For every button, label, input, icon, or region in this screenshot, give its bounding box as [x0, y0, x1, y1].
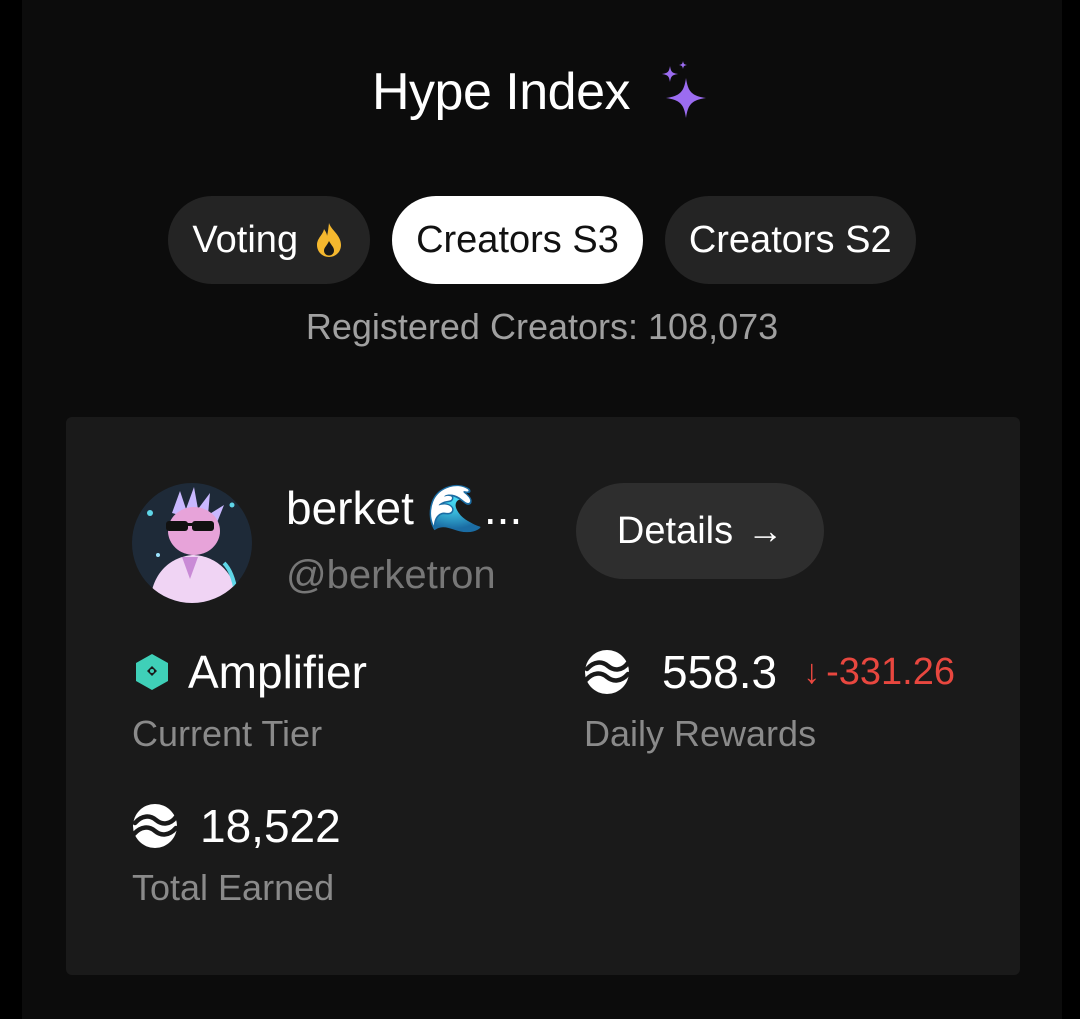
arrow-right-icon: →	[747, 510, 784, 551]
total-earned-label: Total Earned	[132, 867, 335, 908]
current-tier: Amplifier	[134, 645, 367, 699]
tab-creators-s3-label: Creators S3	[416, 218, 619, 261]
creator-handle: @berketron	[286, 553, 496, 597]
token-icon	[132, 804, 178, 848]
tab-voting-label: Voting	[192, 218, 299, 261]
details-button-label: Details	[616, 509, 734, 552]
creator-display-name: berket 🌊...	[286, 482, 523, 534]
daily-rewards-delta-value: -331.26	[826, 650, 956, 693]
avatar[interactable]	[132, 483, 252, 603]
sparkles-icon	[662, 61, 707, 118]
hexagon-tier-icon	[136, 654, 168, 690]
creator-card: berket 🌊... @berketron Details → Amplifi…	[66, 417, 1020, 975]
total-earned-value: 18,522	[200, 800, 341, 852]
tab-creators-s2-label: Creators S2	[688, 218, 892, 261]
hype-index-panel: Hype Index Voting Creators S3 Creators S…	[22, 0, 1062, 1019]
tier-label: Current Tier	[132, 713, 323, 754]
registered-creators-count: Registered Creators: 108,073	[305, 306, 779, 347]
daily-rewards-value: 558.3	[662, 646, 778, 698]
details-button[interactable]: Details →	[576, 483, 824, 579]
total-earned: 18,522	[132, 799, 341, 853]
tab-voting[interactable]: Voting	[168, 196, 371, 284]
fire-icon	[317, 223, 342, 257]
token-icon	[584, 650, 630, 694]
tab-bar: Voting Creators S3 Creators S2	[22, 196, 1062, 284]
daily-rewards-label: Daily Rewards	[584, 713, 817, 754]
header: Hype Index	[22, 52, 1062, 132]
tab-creators-s3[interactable]: Creators S3	[392, 196, 643, 284]
tier-value: Amplifier	[188, 646, 367, 698]
tab-creators-s2[interactable]: Creators S2	[664, 196, 916, 284]
daily-rewards: 558.3 ↓ -331.26	[584, 645, 955, 699]
page-title: Hype Index	[371, 63, 631, 121]
arrow-down-icon: ↓	[803, 652, 821, 691]
daily-rewards-delta: ↓ -331.26	[803, 651, 955, 694]
